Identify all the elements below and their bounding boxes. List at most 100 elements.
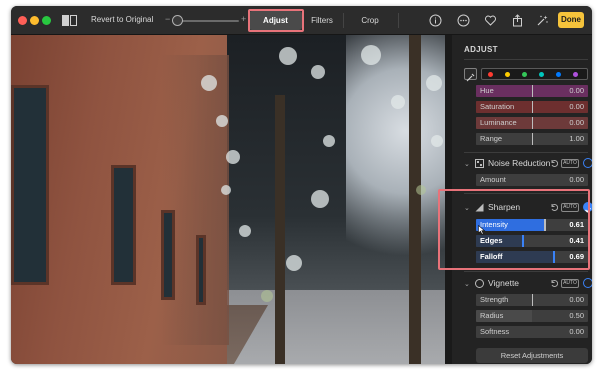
swatch-purple[interactable] <box>573 72 578 77</box>
compare-split-icon[interactable] <box>62 15 77 26</box>
saturation-slider[interactable]: Saturation 0.00 <box>476 101 588 113</box>
photo-tree-trunk <box>275 95 285 364</box>
radius-value: 0.50 <box>569 311 584 320</box>
noise-reduction-toggle[interactable] <box>583 158 592 168</box>
range-label: Range <box>480 134 503 143</box>
slider-center-tick <box>532 101 533 113</box>
tab-divider <box>398 13 399 28</box>
swatch-blue[interactable] <box>556 72 561 77</box>
toolbar: Revert to Original − + Adjust Filters Cr… <box>11 6 592 35</box>
swatch-green[interactable] <box>522 72 527 77</box>
noise-reduction-label: Noise Reduction <box>488 158 551 168</box>
photo-bokeh <box>361 45 381 65</box>
info-icon[interactable] <box>429 14 442 27</box>
vignette-header[interactable]: ⌄ Vignette AUTO <box>464 277 592 291</box>
photo-bokeh <box>426 75 442 91</box>
radius-label: Radius <box>480 311 504 320</box>
auto-button[interactable]: AUTO <box>561 279 579 288</box>
slider-center-tick <box>532 85 533 97</box>
photos-edit-window: Revert to Original − + Adjust Filters Cr… <box>11 6 592 364</box>
photo-bokeh <box>226 150 240 164</box>
luminance-value: 0.00 <box>569 118 584 127</box>
noise-reduction-header[interactable]: ⌄ Noise Reduction AUTO <box>464 157 592 171</box>
photo-bokeh <box>239 225 251 237</box>
range-value: 1.00 <box>569 134 584 143</box>
zoom-slider-knob[interactable] <box>172 15 183 26</box>
undo-icon[interactable] <box>550 279 558 287</box>
amount-label: Amount <box>480 175 506 184</box>
photo-window <box>11 85 49 285</box>
photo-bokeh <box>311 65 325 79</box>
vignette-icon <box>475 279 484 288</box>
photo-bokeh <box>323 135 335 147</box>
luminance-label: Luminance <box>480 118 517 127</box>
hue-label: Hue <box>480 86 494 95</box>
slider-center-tick <box>532 117 533 129</box>
photo-bokeh <box>221 185 231 195</box>
photo-sky-area <box>346 35 445 275</box>
photo-bokeh <box>391 95 405 109</box>
divider <box>464 59 588 60</box>
noise-reduction-icon <box>475 159 484 168</box>
amount-value: 0.00 <box>569 175 584 184</box>
photo-bokeh <box>216 115 228 127</box>
strength-value: 0.00 <box>569 295 584 304</box>
photo-bokeh <box>311 190 329 208</box>
close-window-button[interactable] <box>18 16 27 25</box>
softness-value: 0.00 <box>569 327 584 336</box>
luminance-slider[interactable]: Luminance 0.00 <box>476 117 588 129</box>
amount-slider[interactable]: Amount 0.00 <box>476 174 588 186</box>
softness-slider[interactable]: Softness 0.00 <box>476 326 588 338</box>
swatch-yellow[interactable] <box>505 72 510 77</box>
fullscreen-window-button[interactable] <box>42 16 51 25</box>
slider-center-tick <box>532 133 533 145</box>
tab-crop[interactable]: Crop <box>356 11 384 30</box>
more-icon[interactable] <box>457 14 470 27</box>
photo-wall-shadow <box>161 55 229 345</box>
swatch-red[interactable] <box>488 72 493 77</box>
share-icon[interactable] <box>511 14 524 27</box>
tab-divider <box>343 13 344 28</box>
zoom-in-icon[interactable]: + <box>241 14 246 24</box>
photo-tree-trunk <box>409 35 421 364</box>
radius-slider[interactable]: Radius 0.50 <box>476 310 588 322</box>
undo-icon[interactable] <box>550 159 558 167</box>
strength-slider[interactable]: Strength 0.00 <box>476 294 588 306</box>
photo-window <box>161 210 175 300</box>
photo-canvas[interactable] <box>11 35 445 364</box>
chevron-down-icon[interactable]: ⌄ <box>464 160 470 168</box>
photo-window <box>196 235 206 305</box>
revert-to-original-button[interactable]: Revert to Original <box>91 15 153 24</box>
saturation-label: Saturation <box>480 102 515 111</box>
tab-filters[interactable]: Filters <box>303 11 341 30</box>
minimize-window-button[interactable] <box>30 16 39 25</box>
photo-bokeh <box>261 290 273 302</box>
auto-enhance-icon[interactable] <box>536 14 549 27</box>
swatch-cyan[interactable] <box>539 72 544 77</box>
photo-bokeh <box>201 75 217 91</box>
range-slider[interactable]: Range 1.00 <box>476 133 588 145</box>
photo-bokeh <box>286 255 302 271</box>
hue-value: 0.00 <box>569 86 584 95</box>
eyedropper-icon[interactable] <box>464 68 477 82</box>
reset-adjustments-button[interactable]: Reset Adjustments <box>476 348 588 363</box>
saturation-value: 0.00 <box>569 102 584 111</box>
done-button[interactable]: Done <box>558 12 584 28</box>
strength-label: Strength <box>480 295 509 304</box>
color-swatch-selector[interactable] <box>481 68 588 80</box>
chevron-down-icon[interactable]: ⌄ <box>464 280 470 288</box>
photo-bokeh <box>416 185 426 195</box>
photo-bokeh <box>431 135 443 147</box>
divider <box>464 152 588 153</box>
sharpen-section-highlight <box>438 189 590 270</box>
zoom-out-icon[interactable]: − <box>165 14 170 24</box>
panel-title: ADJUST <box>464 45 498 54</box>
auto-button[interactable]: AUTO <box>561 159 579 168</box>
favorite-heart-icon[interactable] <box>484 14 497 27</box>
vignette-toggle[interactable] <box>583 278 592 288</box>
hue-slider[interactable]: Hue 0.00 <box>476 85 588 97</box>
photo-bokeh <box>279 47 297 65</box>
photo-window <box>111 165 136 285</box>
slider-center-tick <box>532 294 533 306</box>
softness-label: Softness <box>480 327 510 336</box>
